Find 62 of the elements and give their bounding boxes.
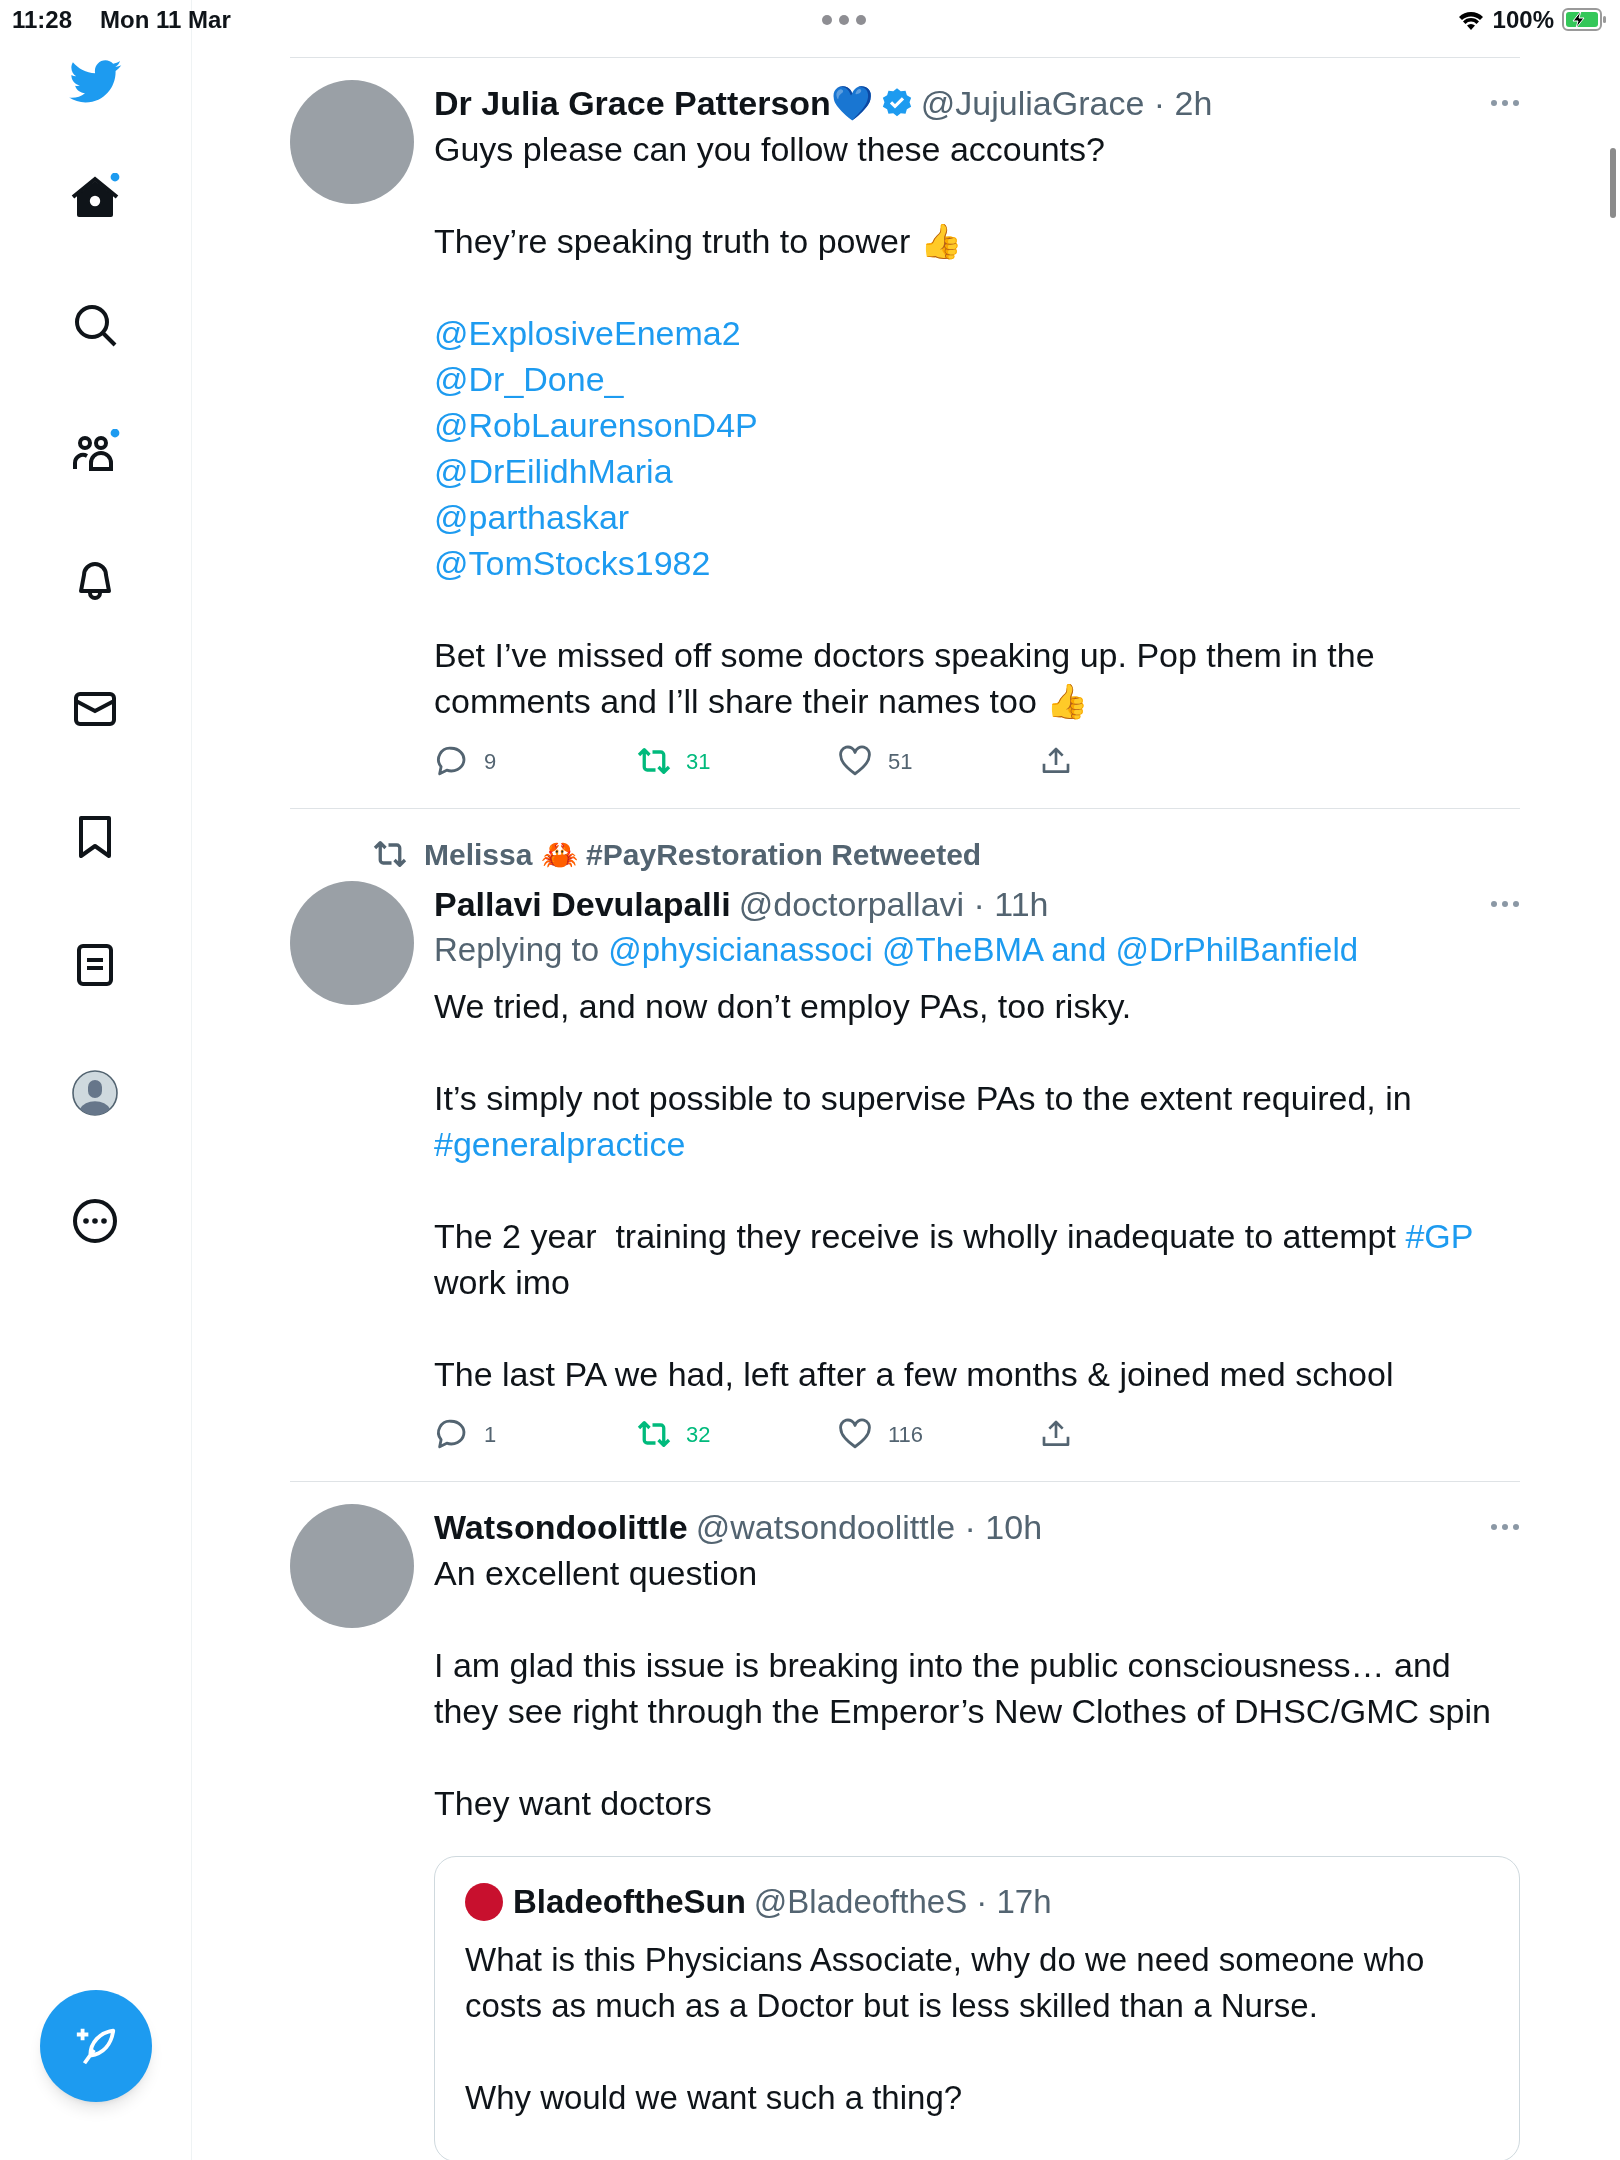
tweet-text: They want doctors (434, 1783, 713, 1824)
count: 9 (484, 747, 497, 776)
like-button[interactable]: 51 (838, 744, 1040, 778)
link[interactable]: #GP (1405, 1217, 1473, 1255)
speech-bubble-icon (434, 1417, 468, 1451)
speech-bubble-icon (434, 744, 468, 778)
replying-to: Replying to @physicianassoci @TheBMA and @DrPhilBanfield (434, 930, 1360, 970)
author-name: Dr Julia Grace Patterson💙 (434, 82, 873, 124)
link[interactable]: @Dr_Done_ (434, 360, 624, 398)
status-date: Mon 11 Mar (100, 5, 231, 35)
tweet-text: What is this Physicians Associate, why do we need someone who costs as much as a Doctor but is less skilled than a Nurse. (465, 1940, 1426, 2026)
tweet-text: I am glad this issue is breaking into the public consciousness… and they see right through the Emperor’s New Clothes of DHSC/GMC spin (434, 1645, 1492, 1732)
count: 51 (888, 747, 913, 776)
retweet-icon (636, 746, 672, 776)
bird-logo-icon[interactable] (68, 60, 123, 104)
retweet-icon (636, 1419, 672, 1449)
retweet-button[interactable]: 31 (636, 744, 838, 778)
link[interactable]: @RobLaurensonD4P (434, 406, 758, 444)
tweet-text: Why would we want such a thing? (465, 2078, 964, 2118)
link[interactable]: @parthaskar (434, 498, 630, 536)
reply-button[interactable]: 1 (434, 1417, 636, 1451)
verified-badge-icon (880, 87, 913, 119)
retweet-button[interactable]: 32 (636, 1417, 838, 1451)
count: 31 (686, 747, 711, 776)
count: 116 (888, 1420, 924, 1449)
tweet-text: They’re speaking truth to power 👍 (434, 221, 963, 262)
link[interactable]: @DrEilidhMaria (434, 452, 673, 490)
scroll-bar (1610, 148, 1616, 218)
handle-time: @BladeoftheS · 17h (753, 1882, 1052, 1923)
link[interactable]: @ExplosiveEnema2 (434, 314, 741, 352)
heart-icon (838, 1418, 872, 1450)
count: 1 (484, 1420, 497, 1449)
author-name: BladeoftheSun (513, 1882, 746, 1923)
more-options-icon[interactable] (1490, 99, 1520, 107)
tweet-text: We tried, and now don’t employ PAs, too risky. (434, 986, 1133, 1027)
link[interactable]: @TomStocks1982 (434, 544, 711, 582)
handle-time: @JujuliaGrace · 2h (920, 82, 1213, 124)
more-options-icon[interactable] (1490, 1523, 1520, 1531)
tweet-text: The 2 year training they receive is wholly inadequate to attempt #GP work imo (434, 1216, 1474, 1303)
battery-percent: 100% (1492, 5, 1554, 35)
tweet-text: Guys please can you follow these accounts? (434, 129, 1106, 170)
handle-time: @doctorpallavi · 11h (738, 883, 1049, 925)
retweet-label: Melissa 🦀 #PayRestoration Retweeted (424, 836, 982, 873)
heart-icon (838, 745, 872, 777)
author-name: Watsondoolittle (434, 1506, 688, 1548)
profile-avatar-icon[interactable] (70, 1069, 121, 1119)
status-time: 11:28 (12, 5, 73, 35)
tweet-text: The last PA we had, left after a few months & joined med school (434, 1354, 1395, 1395)
tweet-text: An excellent question (434, 1553, 759, 1594)
retweet-icon (372, 839, 408, 869)
handle-time: @watsondoolittle · 10h (695, 1506, 1043, 1548)
like-button[interactable]: 116 (838, 1417, 1040, 1451)
tweet-text: Bet I’ve missed off some doctors speaking up. Pop them in the comments and I’ll share their names too 👍 (434, 635, 1376, 722)
more-options-icon[interactable] (1490, 900, 1520, 908)
author-name: Pallavi Devulapalli (434, 883, 731, 925)
tweet-text: It’s simply not possible to supervise PAs to the extent required, in #generalpractice (434, 1078, 1413, 1165)
link[interactable]: #generalpractice (434, 1125, 686, 1163)
reply-button[interactable]: 9 (434, 744, 636, 778)
multitask-dots-icon (821, 15, 866, 25)
link[interactable]: @physicianassoci @TheBMA and @DrPhilBanfield (608, 931, 1359, 968)
count: 32 (686, 1420, 711, 1449)
quoted-avatar-photo (465, 1883, 503, 1921)
